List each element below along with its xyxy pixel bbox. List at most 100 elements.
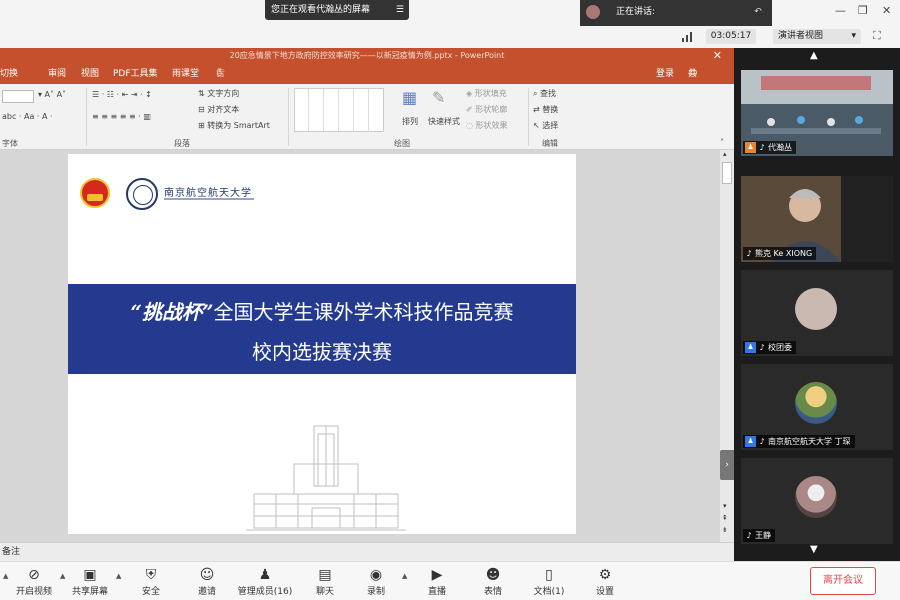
scroll-up-icon: ▴ bbox=[723, 150, 727, 158]
record-label: 录制 bbox=[366, 587, 385, 597]
video-button[interactable]: ⊘ 开启视频 bbox=[4, 564, 64, 598]
tab-pdf-tools: PDF工具集 bbox=[113, 69, 158, 79]
avatar bbox=[795, 476, 837, 518]
microphone-icon: ♪ bbox=[746, 249, 752, 258]
presenter-view-dropdown[interactable]: 演讲者视图 ▾ bbox=[773, 29, 861, 44]
find-label: 查找 bbox=[540, 89, 557, 98]
screen-share-icon: ▣ bbox=[83, 567, 97, 583]
live-stream-icon: ▶ bbox=[431, 567, 443, 583]
viewing-banner[interactable]: 您正在观看代瀚丛的屏幕 ☰ bbox=[265, 0, 409, 20]
mic-muted-icon: ♪ bbox=[746, 531, 752, 540]
banner-line-1-text: 全国大学生课外学术科技作品竞赛 bbox=[213, 300, 514, 324]
security-button[interactable]: ⛨ 安全 bbox=[121, 564, 181, 598]
university-name: 南京航空航天大学 bbox=[164, 188, 252, 199]
participant-tile[interactable]: ♪ 王静 bbox=[741, 458, 893, 544]
shape-fill: ◈ 形状填充 bbox=[466, 88, 507, 99]
building-illustration bbox=[246, 425, 406, 531]
tab-transitions: 切换 bbox=[0, 69, 19, 79]
find-item: ⌕ 查找 bbox=[533, 88, 556, 99]
meeting-status-row: 03:05:17 演讲者视图 ▾ ⛶ bbox=[0, 26, 900, 48]
smartart-icon: ⊞ bbox=[198, 121, 205, 130]
manage-members-label: 管理成员(16) bbox=[237, 587, 293, 597]
ppt-close-icon: ✕ bbox=[712, 49, 722, 62]
mic-muted-icon: ♪ bbox=[759, 343, 765, 352]
gear-icon: ⚙ bbox=[598, 567, 612, 583]
replace-icon: ⇄ bbox=[533, 105, 540, 114]
manage-members-button[interactable]: ♟ 管理成员(16) bbox=[235, 564, 295, 598]
network-icon[interactable] bbox=[681, 31, 693, 43]
reactions-button[interactable]: ☻ 表情 bbox=[463, 564, 523, 598]
align-text-icon: ⊟ bbox=[198, 105, 205, 114]
document-icon: ▯ bbox=[545, 567, 553, 583]
quick-styles-icon: ✎ bbox=[432, 88, 446, 107]
return-icon[interactable]: ↶ bbox=[748, 0, 768, 24]
live-label: 直播 bbox=[427, 587, 446, 597]
shape-effects-label: 形状效果 bbox=[475, 121, 508, 130]
maximize-icon[interactable]: ❐ bbox=[858, 4, 868, 17]
effects-icon: ◌ bbox=[466, 121, 473, 130]
align-text: ⊟ 对齐文本 bbox=[198, 104, 239, 115]
banner-challenge-cup: “挑战杯” bbox=[130, 300, 214, 324]
font-format-icons: abc · Aa · A · bbox=[2, 112, 53, 121]
participant-tile[interactable]: ♪ 熊克 Ke XIONG bbox=[741, 176, 893, 262]
participant-name: 南京航空航天大学 丁琛 bbox=[768, 437, 851, 446]
meeting-timer: 03:05:17 bbox=[706, 29, 756, 44]
settings-label: 设置 bbox=[595, 587, 614, 597]
replace-label: 替换 bbox=[542, 105, 559, 114]
shape-outline-label: 形状轮廓 bbox=[475, 105, 508, 114]
speaking-indicator: 正在讲话: ↶ bbox=[580, 0, 772, 26]
speaker-avatar bbox=[586, 5, 600, 19]
scroll-thumb bbox=[722, 162, 732, 184]
menu-icon[interactable]: ☰ bbox=[396, 0, 404, 20]
participant-label: ♪ 王静 bbox=[743, 529, 775, 542]
security-label: 安全 bbox=[141, 587, 160, 597]
collapse-ribbon-icon: ˄ bbox=[720, 138, 724, 147]
arrange-icon: ▦ bbox=[402, 88, 418, 107]
shield-icon: ⛨ bbox=[145, 567, 157, 583]
ppt-ribbon: ▾ A˄ A˅ abc · Aa · A · 字体 ☰ · ☷ · ⇤ ⇥ · … bbox=[0, 84, 734, 150]
invite-button[interactable]: ☺ 邀请 bbox=[177, 564, 237, 598]
minimize-icon[interactable]: — bbox=[835, 4, 846, 17]
user-badge-icon: ♟ bbox=[745, 342, 756, 353]
scroll-up-icon[interactable]: ▲ bbox=[810, 50, 818, 61]
ppt-title: 20应急情景下地方政府防控效率研究——以新冠疫情为例.pptx - PowerP… bbox=[229, 51, 505, 60]
share-screen-button[interactable]: ▣ 共享屏幕 bbox=[60, 564, 120, 598]
tab-rain-classroom: 雨课堂 bbox=[172, 69, 200, 79]
host-badge-icon: ♟ bbox=[745, 142, 756, 153]
presenter-view-label: 演讲者视图 bbox=[778, 31, 824, 41]
reactions-label: 表情 bbox=[483, 587, 502, 597]
viewing-banner-text: 您正在观看代瀚丛的屏幕 bbox=[271, 5, 371, 15]
participant-panel: ▲ ♟ ♪ 代瀚丛 ♪ 熊克 Ke XIONG ♟ ♪ 校团委 ♟ ♪ 南京航空… bbox=[734, 48, 900, 561]
participant-tile[interactable]: ♟ ♪ 南京航空航天大学 丁琛 bbox=[741, 364, 893, 450]
close-icon[interactable]: ✕ bbox=[882, 4, 891, 17]
shape-outline: ✐ 形状轮廓 bbox=[466, 104, 507, 115]
university-english-name-line bbox=[164, 198, 254, 200]
participant-name: 王静 bbox=[755, 531, 771, 540]
slide-editing-area: 南京航空航天大学 “挑战杯”全国大学生课外学术科技作品竞赛 校内选拔赛决赛 ▴ … bbox=[0, 150, 734, 561]
scroll-down-icon[interactable]: ▼ bbox=[810, 544, 818, 555]
chevron-down-icon: ▾ bbox=[851, 31, 856, 41]
tab-review: 审阅 bbox=[48, 69, 67, 79]
participant-tile[interactable]: ♟ ♪ 代瀚丛 bbox=[741, 70, 893, 156]
leave-meeting-button[interactable]: 离开会议 bbox=[810, 567, 876, 595]
settings-button[interactable]: ⚙ 设置 bbox=[575, 564, 635, 598]
live-button[interactable]: ▶ 直播 bbox=[407, 564, 467, 598]
quick-styles-label: 快速样式 bbox=[428, 117, 460, 126]
participant-tile[interactable]: ♟ ♪ 校团委 bbox=[741, 270, 893, 356]
replace-item: ⇄ 替换 bbox=[533, 104, 558, 115]
speaking-label: 正在讲话: bbox=[616, 7, 656, 17]
fullscreen-icon[interactable]: ⛶ bbox=[873, 29, 881, 43]
docs-button[interactable]: ▯ 文档(1) bbox=[519, 564, 579, 598]
record-button[interactable]: ◉ 录制 bbox=[346, 564, 406, 598]
panel-toggle-icon[interactable]: › bbox=[720, 450, 734, 480]
participant-label: ♟ ♪ 南京航空航天大学 丁琛 bbox=[743, 435, 855, 448]
font-size-controls-icon: ▾ A˄ A˅ bbox=[38, 90, 67, 99]
add-user-icon: ☺ bbox=[199, 567, 215, 583]
mic-muted-icon: ♪ bbox=[759, 437, 765, 446]
invite-label: 邀请 bbox=[197, 587, 216, 597]
participant-name: 熊克 Ke XIONG bbox=[755, 249, 813, 258]
video-label: 开启视频 bbox=[15, 587, 52, 597]
participant-label: ♪ 熊克 Ke XIONG bbox=[743, 247, 817, 260]
share-screen-label: 共享屏幕 bbox=[71, 587, 108, 597]
notes-bar: 备注 bbox=[0, 542, 734, 561]
